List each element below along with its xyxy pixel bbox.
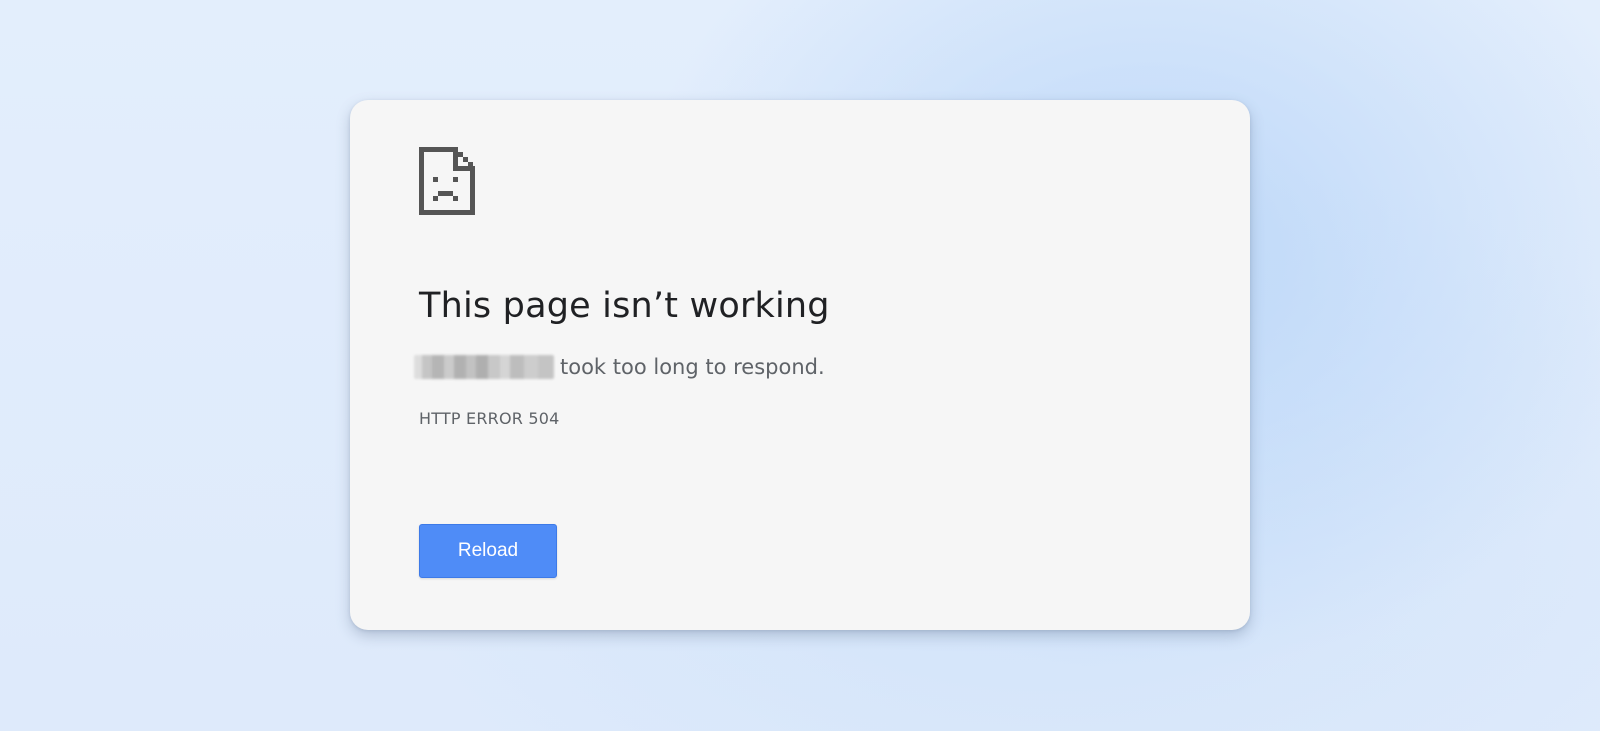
error-code: HTTP ERROR 504 [419,409,560,428]
error-title: This page isn’t working [419,286,830,326]
redacted-hostname [414,355,554,379]
error-message: took too long to respond. [414,355,825,379]
error-card: This page isn’t working took too long to… [350,100,1250,630]
sad-page-icon [419,147,475,215]
error-message-text: took too long to respond. [560,355,825,379]
reload-button[interactable]: Reload [419,524,557,578]
